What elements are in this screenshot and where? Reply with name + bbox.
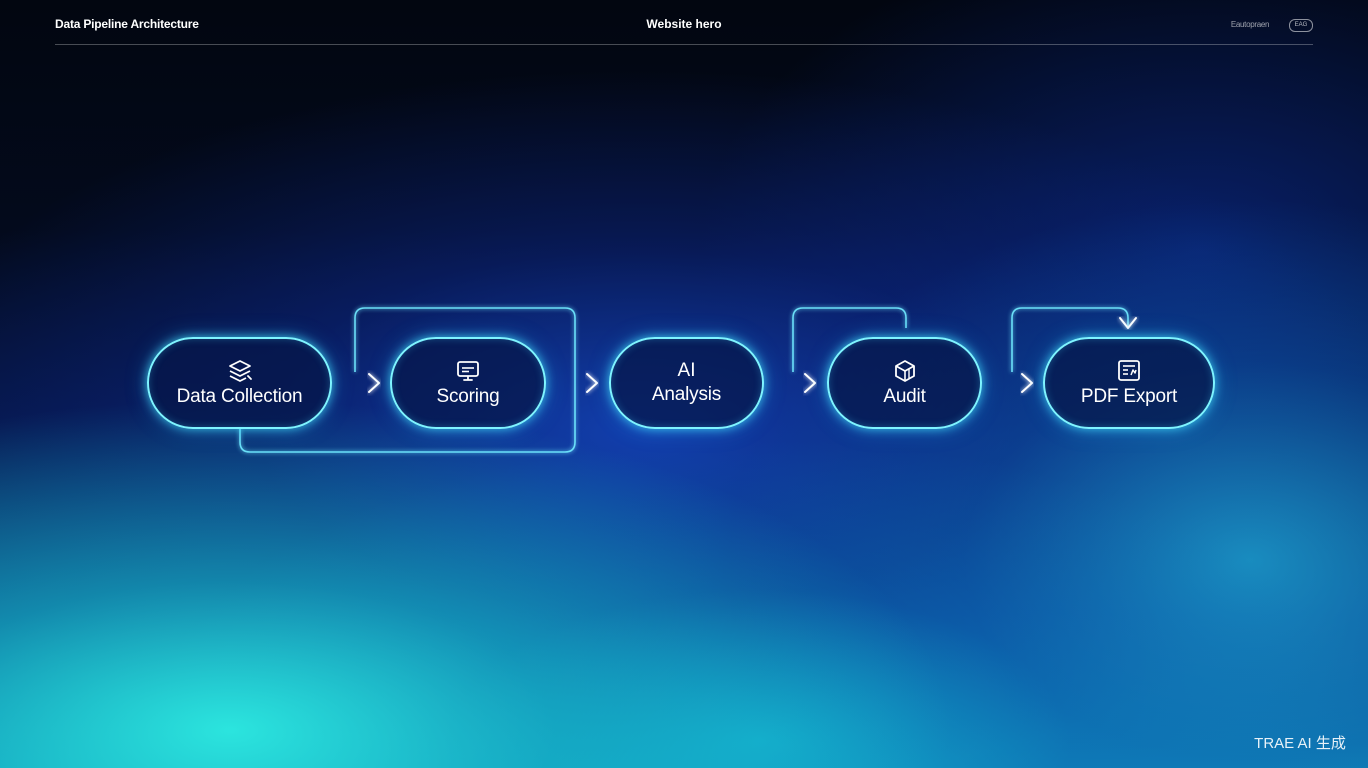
- arrow-data-collection-to-scoring: [334, 373, 380, 393]
- cube-icon: [894, 359, 915, 382]
- arrow-ai-analysis-to-audit: [769, 373, 816, 393]
- node-label-data-collection: Data Collection: [176, 385, 303, 407]
- node-pdf-export[interactable]: PDF Export: [1043, 337, 1215, 429]
- document-icon: [1118, 359, 1140, 381]
- node-label-ai: AI: [677, 360, 696, 381]
- node-ai-analysis[interactable]: AI Analysis: [609, 337, 764, 429]
- arrow-scoring-to-ai-analysis: [551, 373, 598, 393]
- node-label-scoring: Scoring: [436, 385, 500, 407]
- node-label-analysis: Analysis: [651, 384, 722, 405]
- watermark-label: TRAE AI 生成: [1254, 735, 1346, 752]
- node-data-collection[interactable]: Data Collection: [147, 337, 332, 429]
- node-audit[interactable]: Audit: [827, 337, 982, 429]
- hero-canvas: Data Pipeline Architecture Website hero …: [0, 0, 1368, 768]
- node-label-audit: Audit: [883, 385, 926, 407]
- arrow-audit-to-pdf-export: [986, 373, 1033, 393]
- node-label-pdf-export: PDF Export: [1080, 385, 1178, 407]
- monitor-icon: [457, 360, 479, 381]
- node-scoring[interactable]: Scoring: [390, 337, 546, 429]
- stack-icon: [228, 359, 252, 382]
